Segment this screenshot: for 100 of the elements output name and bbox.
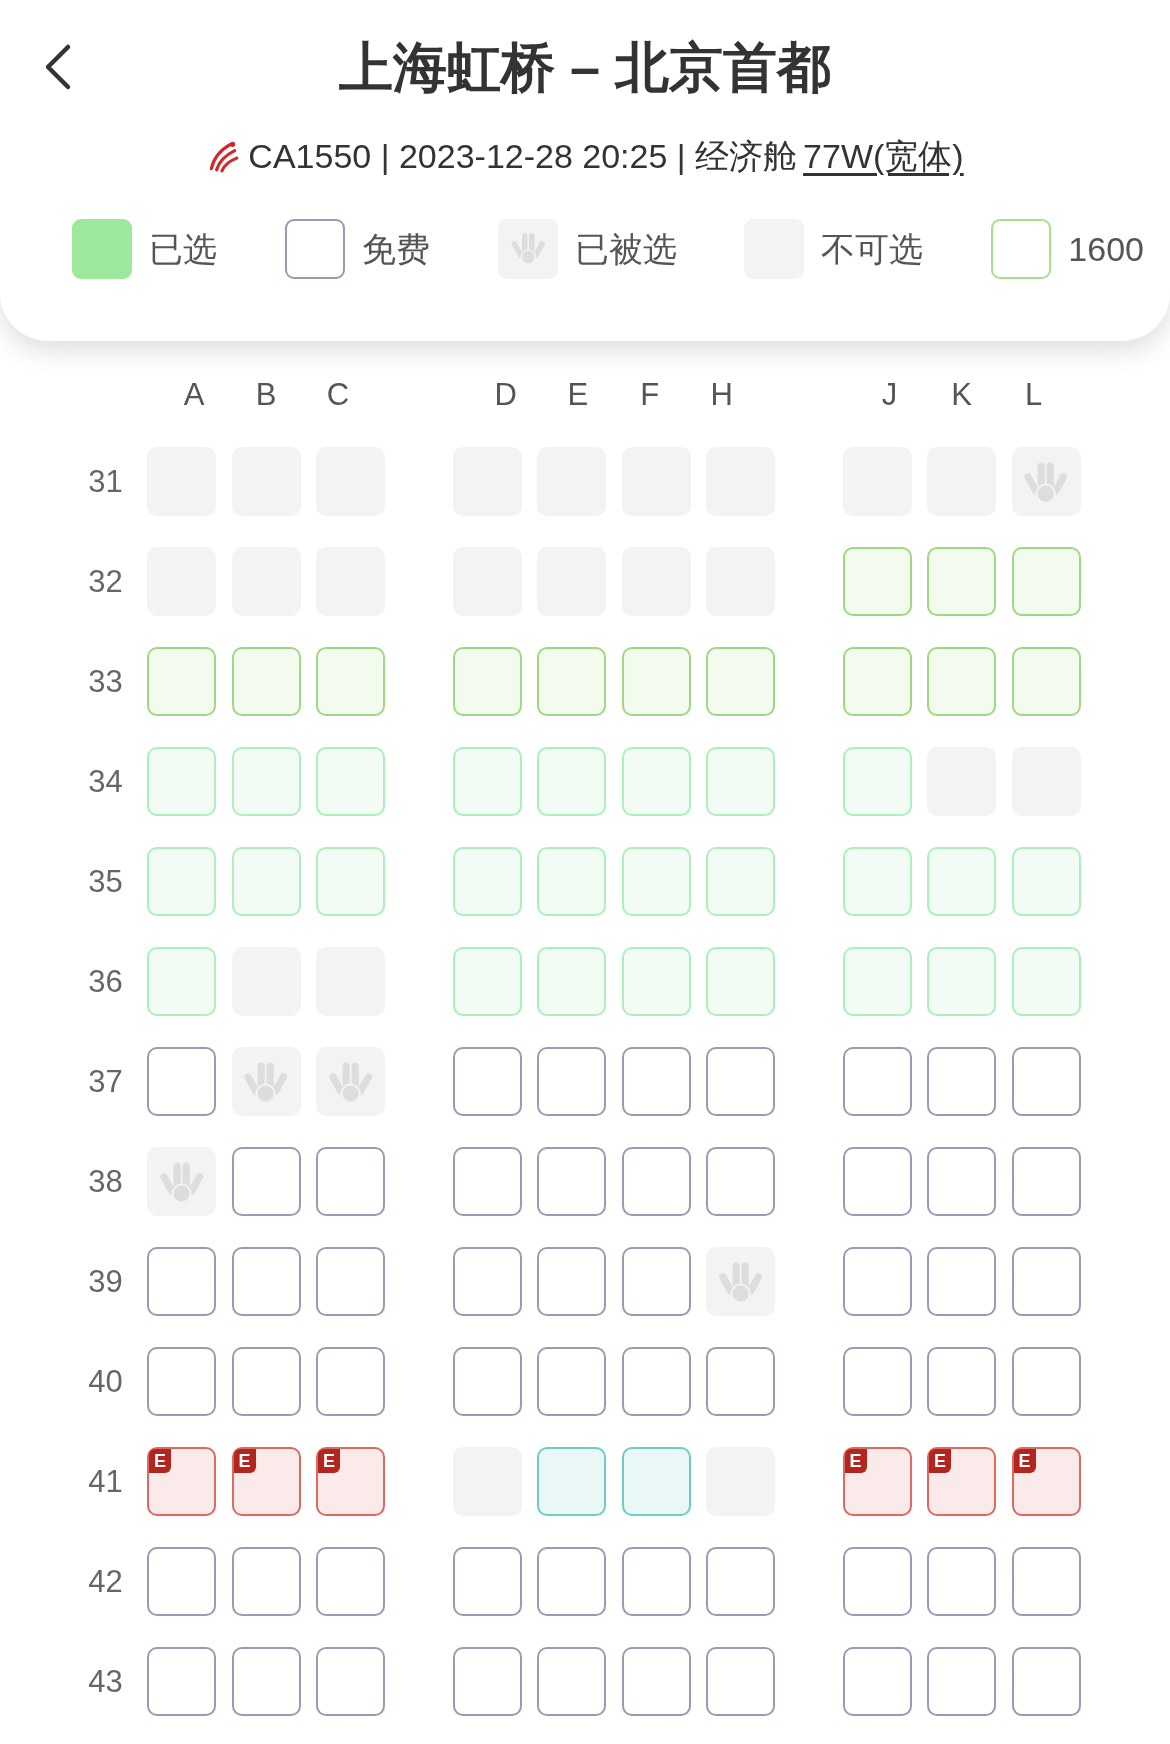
seat[interactable]: E xyxy=(1011,1447,1081,1516)
row-number: 32 xyxy=(87,562,124,601)
row-number: 36 xyxy=(87,962,124,1001)
seat-badge: E xyxy=(233,1449,256,1473)
seat[interactable] xyxy=(621,1247,691,1316)
seat[interactable] xyxy=(537,1547,606,1616)
seat[interactable] xyxy=(706,1547,775,1616)
seat[interactable] xyxy=(706,1647,775,1716)
aircraft-link[interactable]: 77W(宽体) xyxy=(803,136,964,176)
seat[interactable] xyxy=(842,1147,912,1216)
seat[interactable] xyxy=(927,1247,996,1316)
seat[interactable]: E xyxy=(231,1447,301,1516)
seat-badge: E xyxy=(1013,1449,1036,1473)
seat[interactable] xyxy=(147,647,216,716)
seat[interactable] xyxy=(1011,547,1081,616)
seat[interactable] xyxy=(316,1147,385,1216)
hand-icon xyxy=(497,219,558,279)
seat[interactable] xyxy=(537,1247,606,1316)
seat[interactable] xyxy=(537,1447,606,1516)
seat[interactable] xyxy=(537,1047,606,1116)
seat[interactable] xyxy=(452,1247,522,1316)
row-number: 34 xyxy=(87,762,124,801)
seat[interactable] xyxy=(706,1047,775,1116)
seat[interactable]: E xyxy=(842,1447,912,1516)
seat[interactable] xyxy=(706,1347,775,1416)
seat[interactable] xyxy=(316,1347,385,1416)
seat[interactable] xyxy=(452,1047,522,1116)
seat[interactable] xyxy=(1011,1647,1081,1716)
seat[interactable]: E xyxy=(927,1447,996,1516)
seat[interactable] xyxy=(147,1047,216,1116)
seat[interactable] xyxy=(537,1647,606,1716)
seat[interactable] xyxy=(316,1647,385,1716)
seat[interactable] xyxy=(927,547,996,616)
seat[interactable] xyxy=(1011,1147,1081,1216)
seat[interactable] xyxy=(621,647,691,716)
seat[interactable] xyxy=(231,1647,301,1716)
seat[interactable] xyxy=(147,1347,216,1416)
column-letter: H xyxy=(709,376,734,414)
seat[interactable] xyxy=(621,1047,691,1116)
seat[interactable] xyxy=(452,1347,522,1416)
seat[interactable] xyxy=(927,647,996,716)
legend-label: 1600 xyxy=(1068,229,1144,269)
seat[interactable] xyxy=(147,1247,216,1316)
swatch-icon xyxy=(284,219,345,279)
seat[interactable] xyxy=(231,1347,301,1416)
seat[interactable] xyxy=(231,1147,301,1216)
seat-badge: E xyxy=(929,1449,951,1473)
seat[interactable] xyxy=(927,1147,996,1216)
seat[interactable] xyxy=(147,1647,216,1716)
seat[interactable] xyxy=(842,1547,912,1616)
seat[interactable] xyxy=(537,1147,606,1216)
seat[interactable]: E xyxy=(316,1447,385,1516)
seat[interactable] xyxy=(231,647,301,716)
seat[interactable] xyxy=(1011,1547,1081,1616)
seat[interactable] xyxy=(706,647,775,716)
seat[interactable] xyxy=(147,1547,216,1616)
seat[interactable]: E xyxy=(147,1447,216,1516)
seat[interactable] xyxy=(316,1247,385,1316)
seat[interactable] xyxy=(452,647,522,716)
row-number: 35 xyxy=(87,862,124,901)
row-number: 38 xyxy=(87,1162,124,1201)
route-title: 上海虹桥 – 北京首都 xyxy=(338,36,831,99)
seat[interactable] xyxy=(1011,1047,1081,1116)
seat-badge: E xyxy=(318,1449,340,1473)
seat[interactable] xyxy=(452,1147,522,1216)
seat[interactable] xyxy=(1011,1247,1081,1316)
seat[interactable] xyxy=(316,647,385,716)
seat[interactable] xyxy=(842,547,912,616)
flight-info: CA1550 | 2023-12-28 20:25 | 经济舱 xyxy=(248,136,798,176)
column-letter: F xyxy=(639,376,661,414)
seat[interactable] xyxy=(537,1347,606,1416)
row-number: 42 xyxy=(87,1562,124,1601)
row-number: 33 xyxy=(87,662,124,701)
seat[interactable] xyxy=(621,1447,691,1516)
seat[interactable] xyxy=(927,1547,996,1616)
seat[interactable] xyxy=(1011,647,1081,716)
column-letter: J xyxy=(880,376,899,414)
seat[interactable] xyxy=(927,1647,996,1716)
seat[interactable] xyxy=(621,1347,691,1416)
seat[interactable] xyxy=(706,1147,775,1216)
seat[interactable] xyxy=(842,647,912,716)
seat[interactable] xyxy=(452,1547,522,1616)
seat[interactable] xyxy=(842,1247,912,1316)
seat[interactable] xyxy=(231,1247,301,1316)
seat[interactable] xyxy=(927,1347,996,1416)
seat[interactable] xyxy=(316,1547,385,1616)
column-letter: D xyxy=(493,376,518,414)
seat[interactable] xyxy=(621,1647,691,1716)
seat[interactable] xyxy=(621,1147,691,1216)
seat[interactable] xyxy=(927,1047,996,1116)
seat[interactable] xyxy=(231,1547,301,1616)
column-letter: B xyxy=(254,376,278,414)
row-number: 43 xyxy=(87,1662,124,1701)
seat[interactable] xyxy=(537,647,606,716)
seat[interactable] xyxy=(842,1047,912,1116)
seat[interactable] xyxy=(452,1647,522,1716)
seat[interactable] xyxy=(842,1647,912,1716)
seat[interactable] xyxy=(1011,1347,1081,1416)
seat[interactable] xyxy=(621,1547,691,1616)
seat[interactable] xyxy=(842,1347,912,1416)
